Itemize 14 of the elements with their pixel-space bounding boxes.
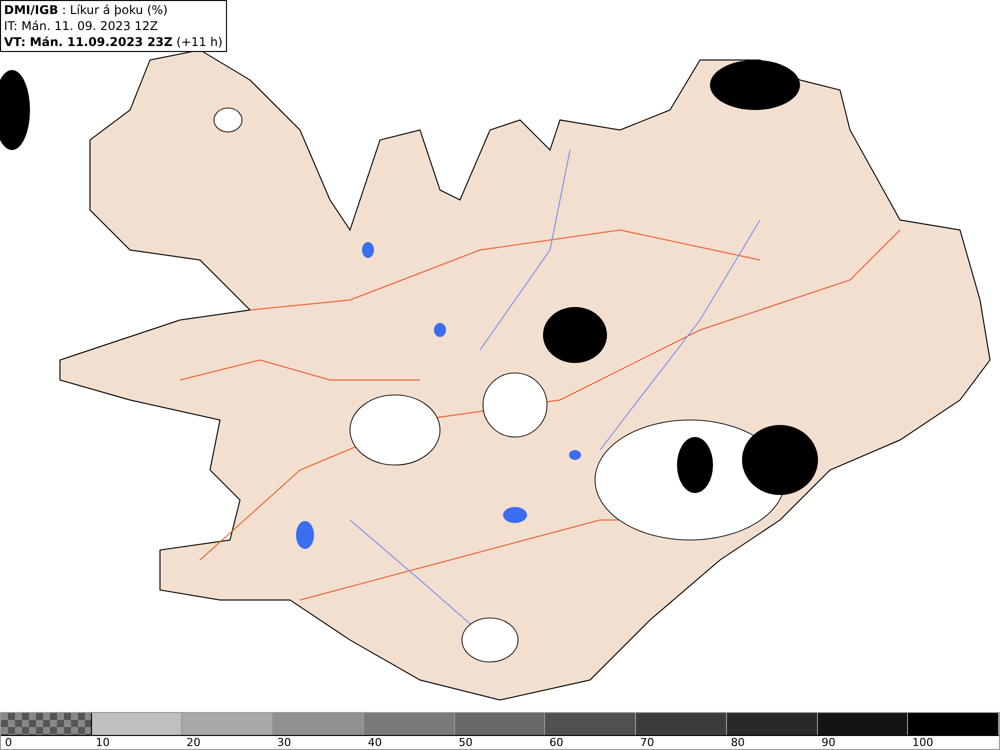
legend-label: 30	[273, 735, 364, 749]
legend-label: 90	[818, 735, 908, 749]
legend-label: 100	[908, 735, 999, 749]
info-line: DMI/IGB : Líkur á þoku (%)	[4, 2, 169, 18]
legend-label: 20	[182, 735, 274, 749]
legend-label: 40	[364, 735, 455, 749]
legend-label: 60	[545, 735, 636, 749]
legend-label: 10	[92, 735, 182, 749]
legend-label: 50	[454, 735, 546, 749]
legend-label: 0	[1, 735, 92, 749]
info-line: IT: Mán. 11. 09. 2023 12Z	[4, 18, 159, 34]
legend-label: 70	[636, 735, 727, 749]
legend-label: 80	[726, 735, 818, 749]
info-line: VT: Mán. 11.09.2023 23Z (+11 h)	[4, 34, 223, 50]
